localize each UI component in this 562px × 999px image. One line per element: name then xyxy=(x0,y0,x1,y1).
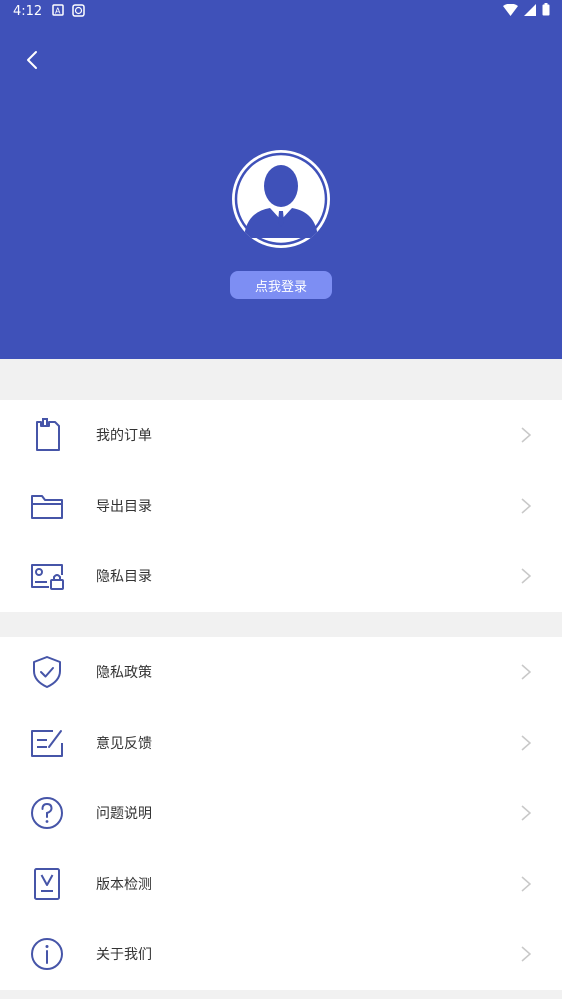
question-circle-icon xyxy=(29,795,65,831)
menu-group-main: 我的订单 导出目录 隐私目录 xyxy=(0,400,562,612)
feedback-edit-icon xyxy=(29,725,65,761)
chevron-right-icon xyxy=(520,734,532,752)
chevron-right-icon xyxy=(520,663,532,681)
notification-alarm-icon xyxy=(72,4,85,21)
menu-item-label: 我的订单 xyxy=(96,428,152,445)
menu-item-private-directory[interactable]: 隐私目录 xyxy=(0,541,562,612)
chevron-right-icon xyxy=(520,497,532,515)
cellular-signal-icon xyxy=(524,3,536,20)
menu-item-label: 导出目录 xyxy=(96,498,152,515)
notification-icons: A xyxy=(52,4,85,21)
notification-app-icon: A xyxy=(52,4,64,21)
status-bar: 4:12 A xyxy=(0,0,562,24)
chevron-left-icon xyxy=(25,50,39,74)
menu-item-label: 问题说明 xyxy=(96,806,152,823)
shield-check-icon xyxy=(29,654,65,690)
menu-item-privacy-policy[interactable]: 隐私政策 xyxy=(0,637,562,708)
menu-item-label: 意见反馈 xyxy=(96,735,152,752)
chevron-right-icon xyxy=(520,804,532,822)
private-folder-lock-icon xyxy=(29,558,65,594)
chevron-right-icon xyxy=(520,875,532,893)
user-avatar[interactable] xyxy=(232,150,330,248)
menu-item-my-orders[interactable]: 我的订单 xyxy=(0,400,562,471)
clipboard-icon xyxy=(29,417,65,453)
version-check-icon xyxy=(29,866,65,902)
default-user-icon xyxy=(234,152,328,246)
login-button[interactable]: 点我登录 xyxy=(230,271,332,299)
menu-item-version-check[interactable]: 版本检测 xyxy=(0,849,562,920)
menu-item-about-us[interactable]: 关于我们 xyxy=(0,919,562,990)
wifi-icon xyxy=(503,3,518,20)
battery-icon xyxy=(542,3,550,20)
menu-item-label: 关于我们 xyxy=(96,947,152,964)
system-status-icons xyxy=(503,3,550,20)
menu-item-feedback[interactable]: 意见反馈 xyxy=(0,708,562,779)
menu-item-faq[interactable]: 问题说明 xyxy=(0,778,562,849)
profile-header: 4:12 A 点我登录 xyxy=(0,0,562,359)
menu-item-label: 版本检测 xyxy=(96,876,152,893)
chevron-right-icon xyxy=(520,945,532,963)
menu-item-label: 隐私目录 xyxy=(96,569,152,586)
chevron-right-icon xyxy=(520,426,532,444)
svg-text:A: A xyxy=(55,7,61,16)
back-button[interactable] xyxy=(16,46,48,78)
menu-item-export-directory[interactable]: 导出目录 xyxy=(0,471,562,542)
chevron-right-icon xyxy=(520,567,532,585)
menu-item-label: 隐私政策 xyxy=(96,665,152,682)
folder-icon xyxy=(29,488,65,524)
menu-group-secondary: 隐私政策 意见反馈 问题说明 版本检测 关于我们 xyxy=(0,637,562,990)
status-time: 4:12 xyxy=(13,4,43,19)
info-circle-icon xyxy=(29,936,65,972)
